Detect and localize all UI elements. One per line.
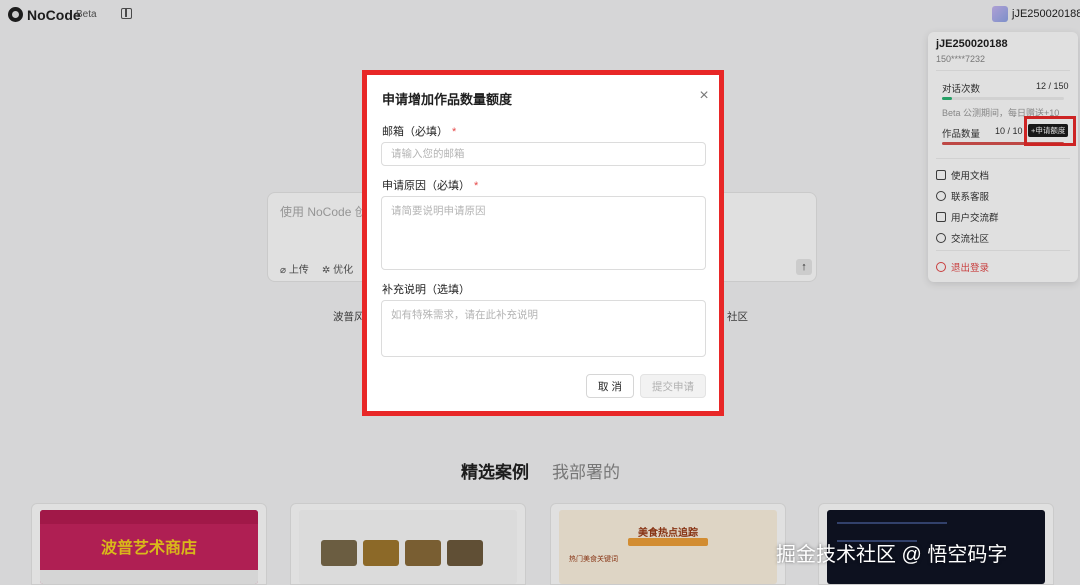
modal-highlight-frame: 申请增加作品数量额度 × 邮箱（必填）* 申请原因（必填）* 补充说明（选填） … [362, 70, 724, 416]
email-label: 邮箱（必填） * [382, 123, 456, 139]
extra-textarea[interactable] [381, 300, 706, 357]
required-mark: * [474, 180, 479, 192]
submit-button[interactable]: 提交申请 [640, 374, 706, 398]
extra-label-text: 补充说明（选填） [382, 284, 470, 296]
extra-label: 补充说明（选填） [382, 281, 470, 297]
dialog-title: 申请增加作品数量额度 [382, 92, 513, 107]
email-label-text: 邮箱（必填） [382, 126, 448, 138]
quota-request-dialog: 申请增加作品数量额度 × 邮箱（必填）* 申请原因（必填）* 补充说明（选填） … [367, 75, 719, 411]
close-icon[interactable]: × [697, 88, 711, 104]
required-mark: * [452, 126, 457, 138]
watermark: 掘金技术社区 @ 悟空码字 [776, 544, 1008, 566]
cancel-button[interactable]: 取 消 [586, 374, 634, 398]
reason-label: 申请原因（必填） * [382, 177, 478, 193]
reason-label-text: 申请原因（必填） [382, 180, 470, 192]
email-field[interactable] [381, 142, 706, 166]
reason-textarea[interactable] [381, 196, 706, 270]
